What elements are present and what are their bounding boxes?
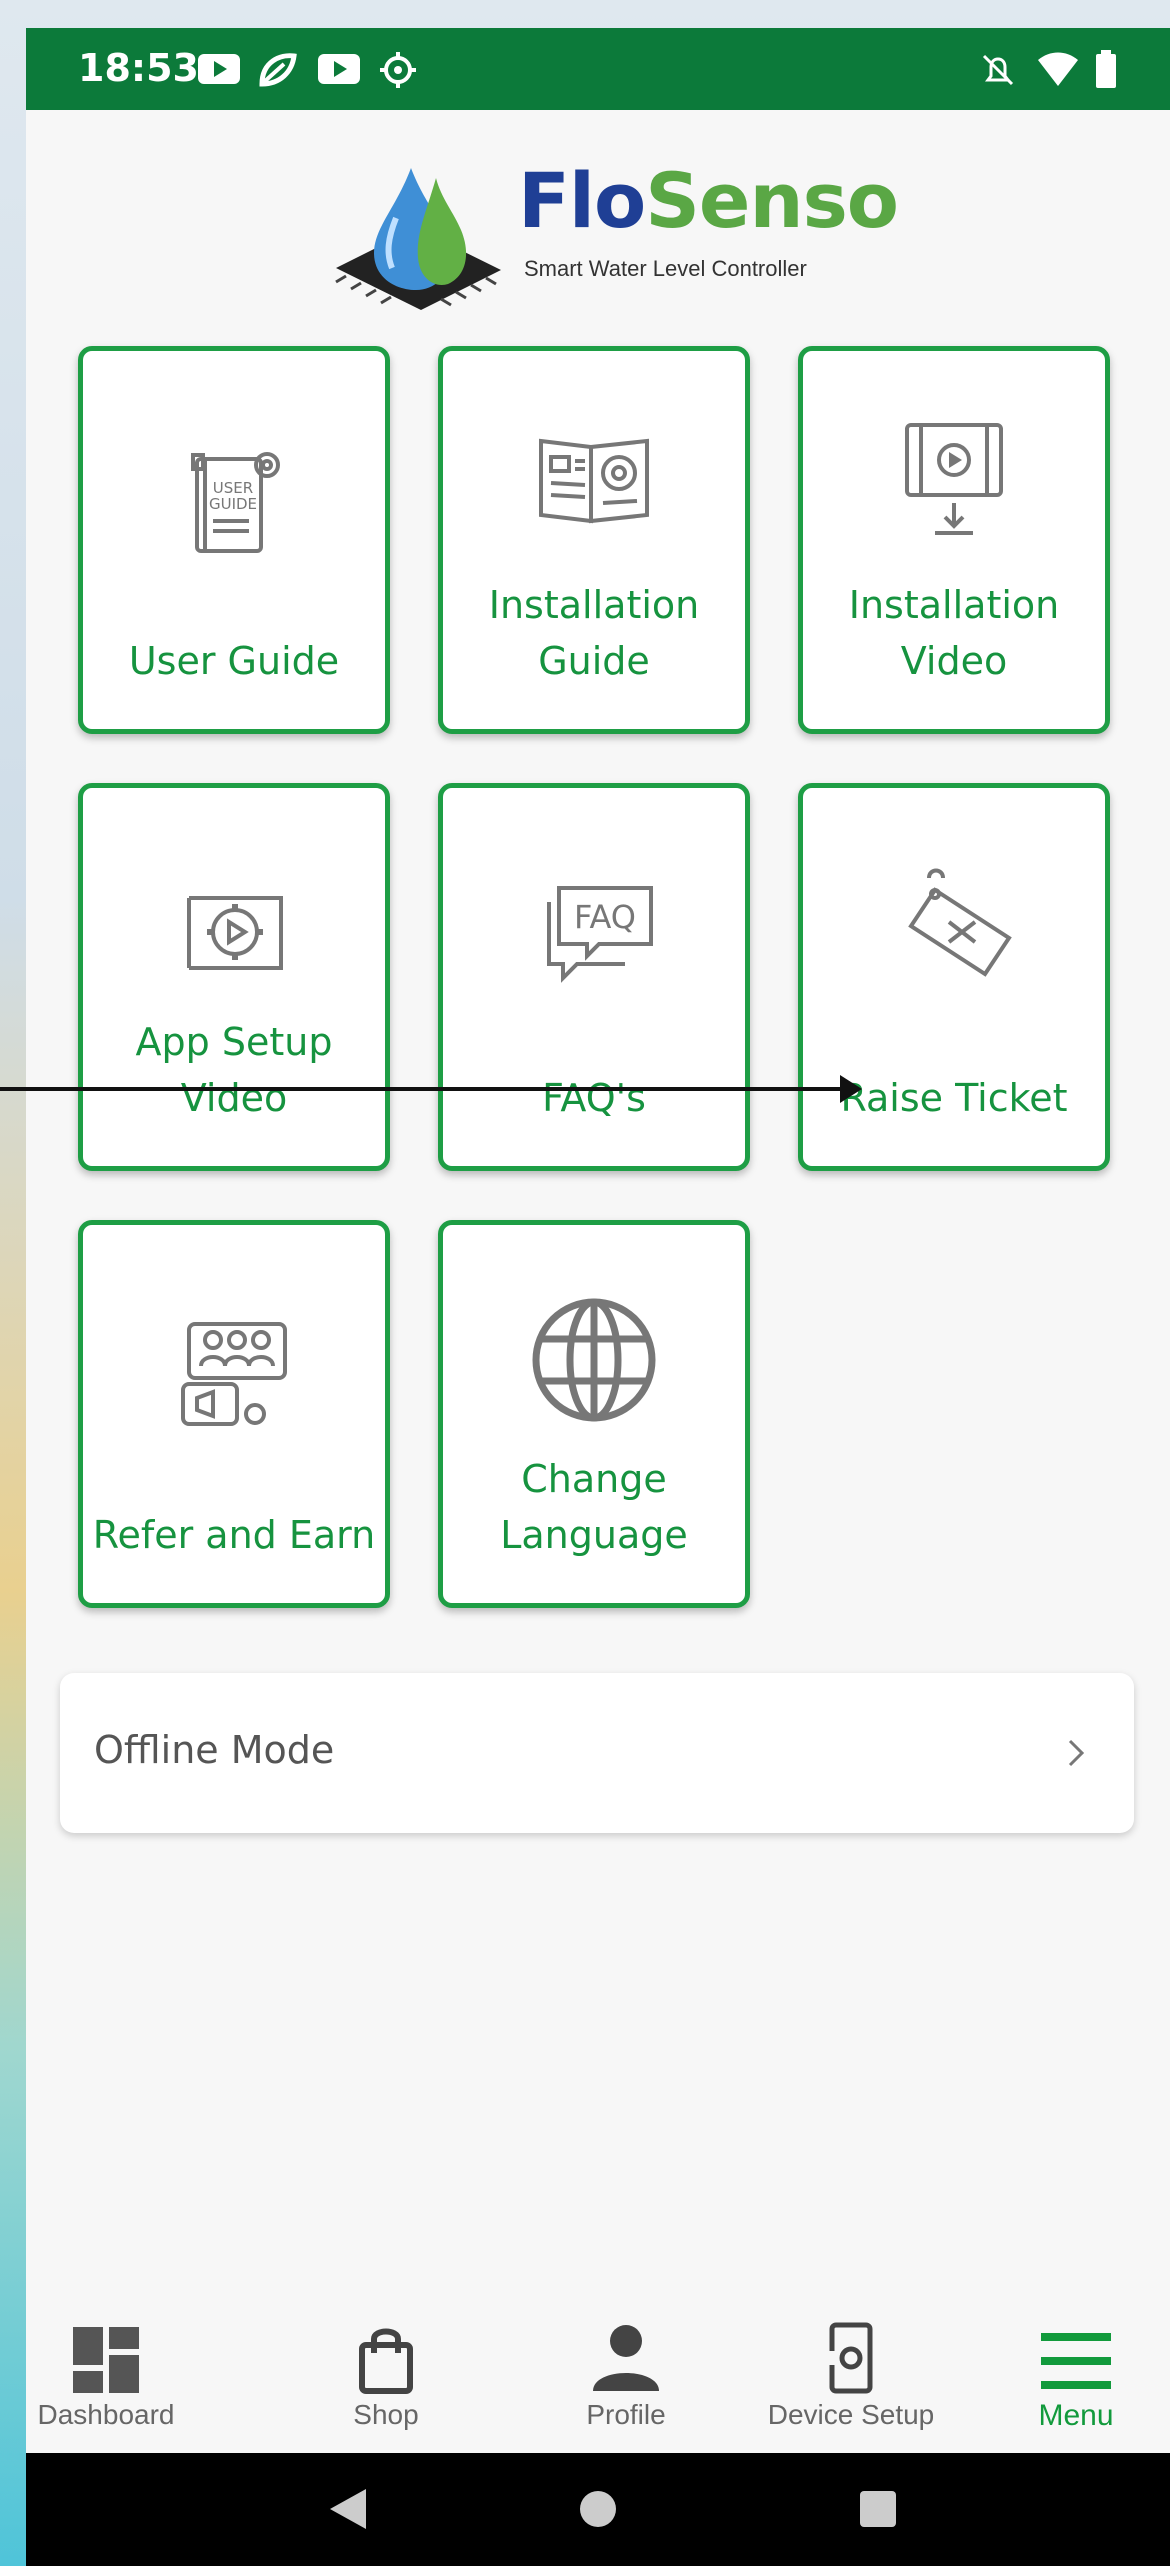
dashboard-icon	[73, 2327, 139, 2393]
system-navigation-bar	[26, 2453, 1170, 2566]
status-time: 18:53	[78, 46, 199, 90]
annotation-arrow-head	[840, 1075, 862, 1103]
person-icon	[593, 2325, 659, 2391]
nav-label: Profile	[586, 2399, 666, 2430]
tile-label: Installation Guide	[488, 583, 700, 683]
offline-mode-label: Offline Mode	[94, 1728, 335, 1772]
nav-label: Device Setup	[767, 2399, 935, 2430]
tile-change-language[interactable]: Change Language	[438, 1220, 750, 1608]
nav-shop[interactable]: Shop	[326, 2293, 446, 2453]
tile-label: User Guide	[128, 639, 340, 683]
tile-installation-video[interactable]: Installation Video	[798, 346, 1110, 734]
water-drop-chip-icon	[335, 168, 501, 310]
svg-text:FAQ: FAQ	[574, 898, 636, 936]
notifications-off-icon	[982, 54, 1014, 86]
tile-faqs[interactable]: FAQ FAQ's	[438, 783, 750, 1171]
tile-raise-ticket[interactable]: Raise Ticket	[798, 783, 1110, 1171]
tile-user-guide[interactable]: USER GUIDE User Guide	[78, 346, 390, 734]
chevron-right-icon	[1068, 1739, 1085, 1767]
home-icon[interactable]	[578, 2489, 618, 2529]
wifi-icon	[1038, 52, 1078, 86]
nav-profile[interactable]: Profile	[566, 2293, 686, 2453]
flosenso-logo: FloSenso Smart Water Level Controller	[326, 138, 906, 328]
faq-icon: FAQ	[547, 886, 653, 983]
nav-menu[interactable]: Menu	[1016, 2293, 1136, 2453]
tile-app-setup-video[interactable]: App Setup Video	[78, 783, 390, 1171]
nav-label: Menu	[1038, 2399, 1114, 2432]
tile-label: App Setup Video	[135, 1020, 333, 1120]
offline-mode-row[interactable]: Offline Mode	[60, 1673, 1134, 1833]
nav-dashboard[interactable]: Dashboard	[36, 2293, 176, 2453]
settings-icon	[380, 52, 416, 88]
brand-name-part2: Senso	[645, 156, 899, 245]
user-guide-book-icon: USER GUIDE	[191, 452, 280, 553]
svg-text:GUIDE: GUIDE	[209, 495, 257, 513]
video-download-icon	[905, 423, 1003, 535]
brand-tagline: Smart Water Level Controller	[524, 256, 807, 281]
battery-icon	[1096, 50, 1116, 88]
tile-label: Refer and Earn	[92, 1513, 376, 1557]
phone-screen: 18:53 FloSenso Smart Water Level Control…	[26, 28, 1170, 2566]
tile-refer-and-earn[interactable]: Refer and Earn	[78, 1220, 390, 1608]
back-icon[interactable]	[328, 2487, 368, 2531]
nav-label: Shop	[353, 2399, 419, 2430]
brand-name-part1: Flo	[518, 156, 646, 245]
annotation-arrow-line	[0, 1087, 846, 1091]
brand-name: FloSenso	[518, 156, 899, 245]
globe-icon	[532, 1298, 656, 1422]
nav-device-setup[interactable]: Device Setup	[736, 2293, 966, 2453]
tile-label: Change Language	[500, 1457, 688, 1557]
leaf-app-icon	[259, 53, 297, 87]
ticket-tag-icon	[908, 868, 1012, 977]
status-bar: 18:53	[26, 28, 1170, 110]
youtube-icon	[198, 54, 240, 84]
refer-earn-icon	[181, 1322, 287, 1426]
nav-label: Dashboard	[37, 2399, 175, 2430]
device-setup-icon	[826, 2322, 873, 2394]
hamburger-menu-icon	[1041, 2333, 1111, 2389]
tile-installation-guide[interactable]: Installation Guide	[438, 346, 750, 734]
app-setup-video-icon	[187, 896, 283, 970]
tile-label: FAQ's	[542, 1076, 646, 1120]
shopping-bag-icon	[359, 2328, 413, 2394]
installation-guide-icon	[539, 438, 649, 524]
bottom-navigation: Dashboard Shop Profile Device Setup Menu	[26, 2293, 1170, 2453]
tile-label: Installation Video	[848, 583, 1060, 683]
recents-icon[interactable]	[858, 2489, 898, 2529]
youtube-icon	[318, 54, 360, 84]
